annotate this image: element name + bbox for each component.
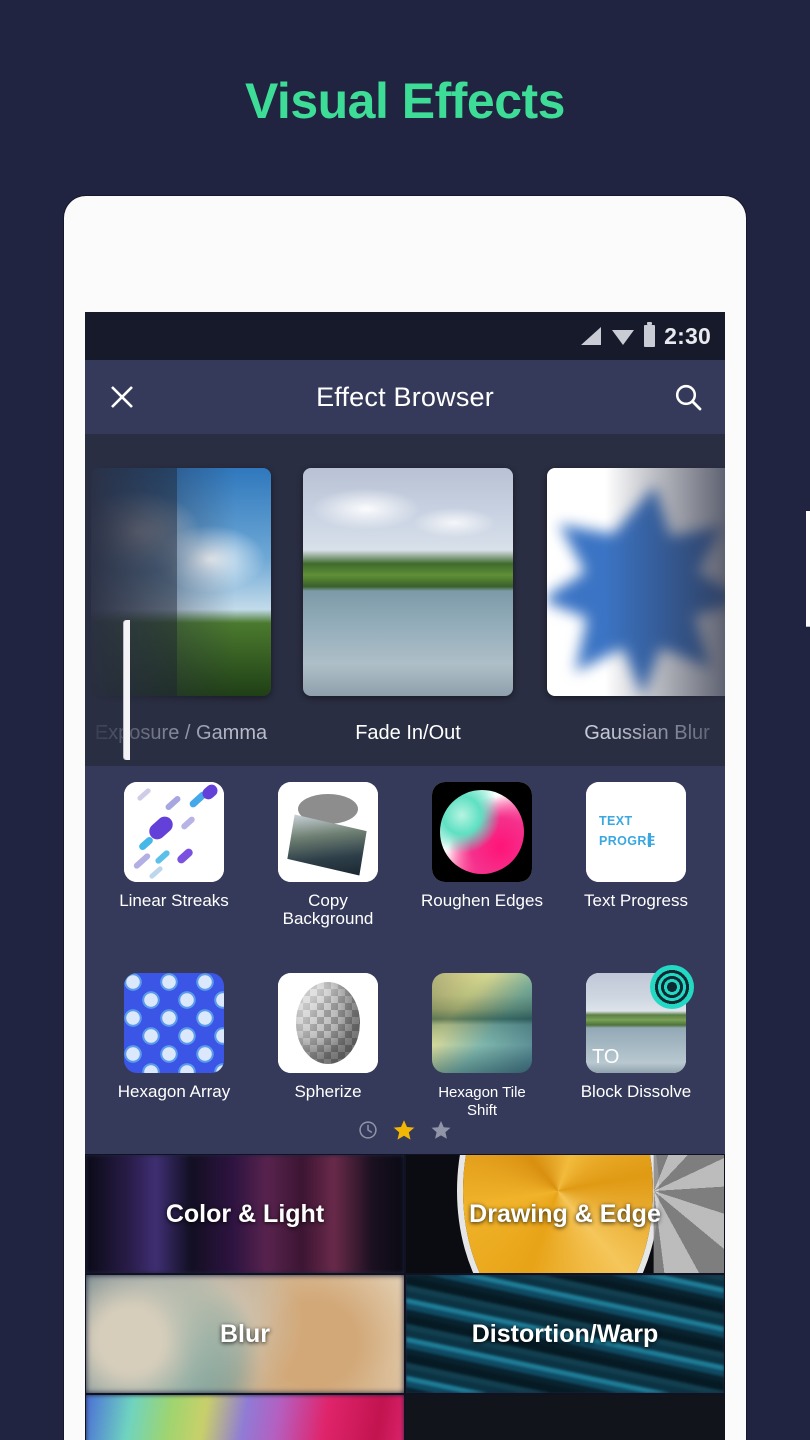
text-progress-thumb-line1: TEXT [599,814,633,828]
effect-label: Block Dissolve [580,1081,692,1101]
effect-label: Linear Streaks [119,891,229,910]
category-label: Color & Light [165,1199,325,1228]
carousel-item-gaussian-blur[interactable]: Gaussian Blur [547,468,725,744]
text-progress-preview-image: TEXT PROGRE [586,782,686,882]
effect-label: Copy Background [282,891,374,929]
phone-screen: 2:30 Effect Browser Exposure / Gamma Fad… [85,312,725,1440]
effect-thumbnail [432,782,532,882]
effect-thumbnail: TO [586,964,694,1073]
volume-button[interactable] [124,620,130,760]
category-background-image [406,1395,724,1440]
carousel-thumbnail [547,468,725,696]
power-button[interactable] [806,511,810,626]
fade-in-out-preview-image [303,468,513,696]
effect-linear-streaks[interactable]: Linear Streaks [110,782,238,929]
effect-text-progress[interactable]: TEXT PROGRE Text Progress [572,782,700,929]
roughen-edges-preview-image [432,782,532,882]
category-row: Procedural 3D [85,1394,725,1440]
effect-label: Hexagon Tile Shift [438,1083,526,1120]
status-clock: 2:30 [664,322,711,349]
phone-frame: 2:30 Effect Browser Exposure / Gamma Fad… [64,196,810,1440]
carousel-item-label: Fade In/Out [355,722,461,744]
page-indicators [85,1118,725,1142]
recent-icon[interactable] [358,1120,378,1140]
category-procedural[interactable]: Procedural [85,1394,405,1440]
effect-grid-row: Hexagon Array Spherize Hexagon Tile Shif… [85,964,725,1120]
effect-thumbnail [278,972,378,1073]
phone-top-bezel [64,196,746,464]
category-tiles: Color & Light Drawing & Edge Blur Distor [85,1154,725,1440]
copy-background-preview-image [278,782,378,882]
grid-row-spacer [85,929,725,973]
category-label: Distortion/Warp [471,1319,659,1348]
effect-thumbnail [124,972,224,1073]
star-outline-icon[interactable] [430,1119,452,1141]
hexagon-array-preview-image [124,972,224,1073]
category-label: Drawing & Edge [469,1199,661,1228]
effect-roughen-edges[interactable]: Roughen Edges [418,782,546,929]
effect-thumbnail: TEXT PROGRE [586,782,686,882]
category-row: Color & Light Drawing & Edge [85,1154,725,1274]
effect-label-line2: Shift [466,1102,497,1120]
carousel-item-fade-in-out[interactable]: Fade In/Out [303,468,513,744]
status-bar: 2:30 [85,312,725,360]
close-button[interactable] [85,360,159,434]
category-drawing-edge[interactable]: Drawing & Edge [405,1154,725,1274]
category-row: Blur Distortion/Warp [85,1274,725,1394]
effect-thumbnail [124,782,224,882]
close-icon [111,386,133,408]
effect-label-line1: Copy [308,891,348,910]
app-bar: Effect Browser [85,360,725,434]
search-icon [675,384,702,411]
effect-spherize[interactable]: Spherize [264,972,392,1120]
effect-copy-background[interactable]: Copy Background [264,782,392,929]
signal-icon [581,327,602,345]
effect-hexagon-tile-shift[interactable]: Hexagon Tile Shift [418,972,546,1120]
carousel-item-label: Gaussian Blur [584,722,710,744]
effect-label-line2: Background [282,909,374,929]
exposure-gamma-preview-image [91,468,271,696]
spherize-preview-image [278,972,378,1073]
linear-streaks-preview-image [124,782,224,882]
hexagon-tile-shift-preview-image [432,972,532,1073]
carousel-thumbnail [303,468,513,696]
effect-label-line1: Hexagon Tile [438,1083,526,1101]
star-filled-icon[interactable] [392,1118,416,1142]
effect-hexagon-array[interactable]: Hexagon Array [110,972,238,1120]
effect-grid: Linear Streaks Copy Background Roughen E… [85,766,725,1154]
category-blur[interactable]: Blur [85,1274,405,1394]
wifi-icon [612,330,635,345]
effect-label: Spherize [294,1081,362,1101]
effect-label: Hexagon Array [117,1081,231,1101]
category-label: Blur [220,1319,270,1348]
battery-icon [644,322,656,347]
promo-title: Visual Effects [244,73,566,129]
effect-thumbnail [278,782,378,882]
carousel-item-label: Exposure / Gamma [94,722,268,744]
search-button[interactable] [651,360,725,434]
category-distortion-warp[interactable]: Distortion/Warp [405,1274,725,1394]
featured-carousel[interactable]: Exposure / Gamma Fade In/Out Gaussian Bl… [85,434,725,766]
effect-grid-row: Linear Streaks Copy Background Roughen E… [85,782,725,929]
spiral-badge-icon [650,964,694,1009]
effect-thumbnail [432,972,532,1073]
category-3d[interactable]: 3D [405,1394,725,1440]
category-color-light[interactable]: Color & Light [85,1154,405,1274]
effect-label: Roughen Edges [421,891,543,910]
promo-screenshot: Visual Effects 2:30 Effect Browser Expos… [0,0,810,1440]
block-dissolve-thumb-text: TO [592,1045,620,1068]
carousel-thumbnail [91,468,271,696]
effect-block-dissolve[interactable]: TO Block Dissolve [572,964,700,1120]
gaussian-blur-preview-image [547,468,725,696]
carousel-item-exposure-gamma[interactable]: Exposure / Gamma [91,468,271,744]
category-background-image [86,1395,404,1440]
effect-label: Text Progress [584,891,688,910]
page-title: Effect Browser [316,381,494,412]
